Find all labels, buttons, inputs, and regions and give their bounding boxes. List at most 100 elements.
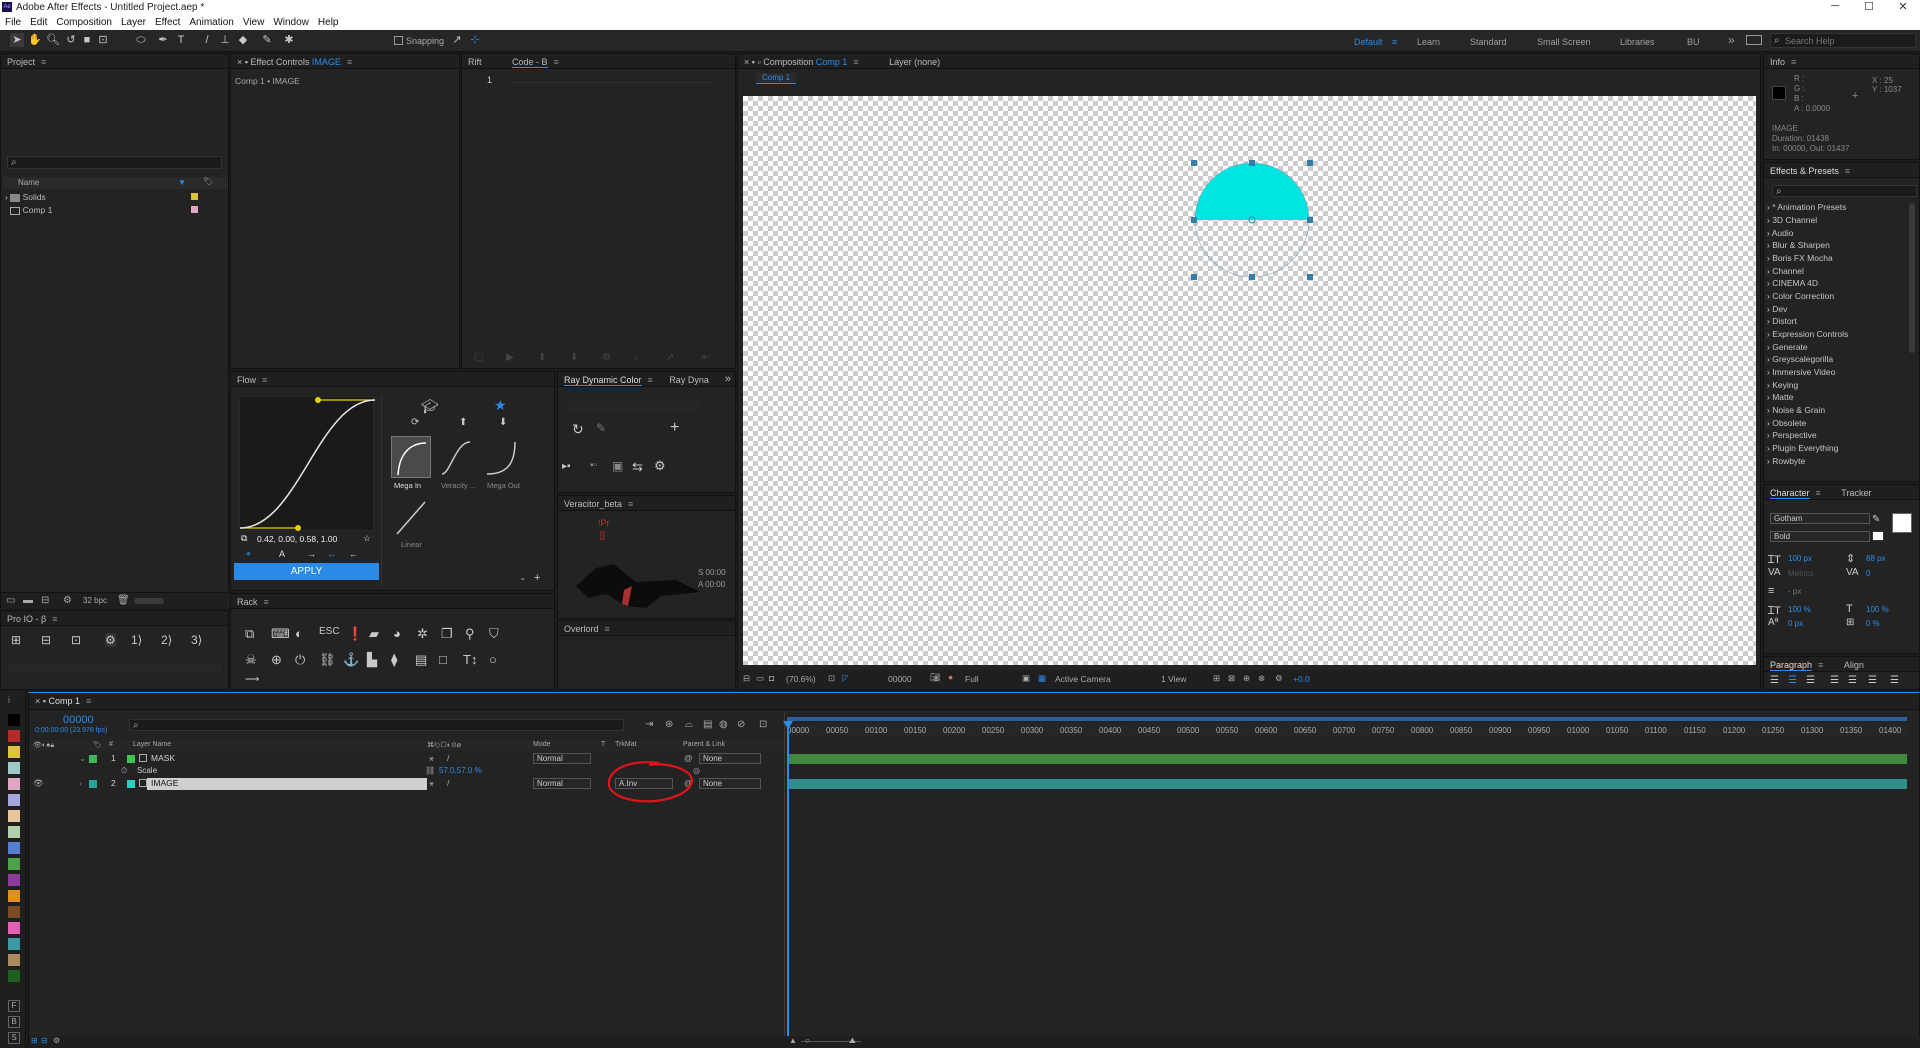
flowchart-icon[interactable]: ⊕ (1243, 673, 1250, 684)
vr-icon[interactable]: ◘ (769, 673, 774, 683)
timeline-search-input[interactable]: ⌕ (129, 719, 624, 731)
effects-search-input[interactable]: ⌕ (1772, 185, 1917, 197)
proio-tab[interactable]: Pro IO - β ≡ (1, 611, 228, 626)
stopwatch-icon[interactable]: ⏱︎ (121, 766, 127, 776)
workspace-small-screen[interactable]: Small Screen (1537, 37, 1591, 47)
effects-tab[interactable]: Effects & Presets ≡ (1764, 163, 1919, 178)
label-swatch[interactable] (8, 874, 20, 886)
label-swatch[interactable] (8, 938, 20, 950)
chart-icon[interactable]: ▙ (367, 652, 377, 668)
close-button[interactable]: ✕ (1886, 0, 1920, 15)
justify-left-icon[interactable]: ☰ (1830, 675, 1839, 686)
region-icon[interactable]: ▣ (1022, 673, 1030, 684)
rack-tab[interactable]: Rack ≡ (231, 594, 554, 609)
display-icon[interactable]: ▭ (756, 673, 764, 684)
timeline-tab[interactable]: × ▪ Comp 1 ≡ (29, 693, 1919, 710)
type-tool-icon[interactable]: T (174, 33, 188, 47)
hand-tool-icon[interactable]: ✋ (28, 33, 42, 47)
mask-visibility-icon[interactable]: ◸ (842, 673, 849, 684)
eraser-tool-icon[interactable]: ◆ (236, 33, 250, 47)
eyedropper-icon[interactable]: ✎ (1872, 514, 1880, 525)
new-folder-icon[interactable]: ▬ (23, 595, 33, 606)
menu-effect[interactable]: Effect (150, 15, 184, 28)
anchor-icon[interactable]: A (279, 549, 285, 559)
code-run-icon[interactable]: ▶ (506, 352, 514, 363)
snapping-checkbox[interactable] (394, 36, 403, 45)
overlord-tab[interactable]: Overlord ≡ (558, 621, 735, 636)
quality-switch-icon[interactable]: / (447, 753, 449, 763)
fast-preview-icon[interactable]: ⊗ (1258, 673, 1265, 684)
color-palette-strip[interactable] (568, 401, 698, 413)
zoom-handle-icon[interactable]: ○ (805, 1036, 810, 1045)
align-center-icon[interactable]: ☰ (1788, 675, 1797, 686)
zoom-out-icon[interactable]: ▲ (789, 1036, 797, 1045)
camera-tool-icon[interactable]: ■ (80, 33, 94, 47)
effects-category[interactable]: › Rowbyte (1767, 456, 1805, 466)
frame-blend-icon[interactable]: ▤ (703, 719, 712, 730)
workspace-standard[interactable]: Standard (1470, 37, 1507, 47)
code-new-icon[interactable]: ▢ (474, 352, 483, 363)
settings-icon[interactable]: ⚙ (654, 458, 666, 474)
toggle-modes-icon[interactable]: ⊟ (41, 1036, 48, 1045)
layer-label-swatch[interactable] (89, 780, 97, 788)
layer-name-column[interactable]: Layer Name (133, 741, 171, 748)
skull-icon[interactable]: ☠ (245, 652, 257, 668)
settings-icon[interactable]: ⚙ (105, 633, 116, 647)
graph-toggle-icon[interactable]: ⊡ (759, 719, 767, 730)
visibility-eye-icon[interactable]: 👁︎ (33, 778, 44, 789)
workspace-menu-icon[interactable]: ≡ (1392, 37, 1397, 47)
new-comp-icon[interactable]: ⊟ (41, 595, 49, 606)
font-size-value[interactable]: 100 px (1788, 554, 1812, 563)
keyboard-icon[interactable]: ⌨ (271, 626, 290, 642)
tab-tracker[interactable]: Tracker (1841, 488, 1871, 498)
toggle-render-icon[interactable]: ⚙ (53, 1036, 60, 1045)
horizontal-scale-value[interactable]: 100 % (1866, 605, 1889, 614)
remove-preset-button[interactable]: - (521, 573, 525, 585)
label-swatch[interactable] (8, 954, 20, 966)
arrow-right-icon[interactable]: → (307, 549, 316, 559)
anchor-icon[interactable]: ⚓ (343, 652, 359, 668)
composition-canvas[interactable] (743, 96, 1756, 665)
roto-brush-tool-icon[interactable]: ✎ (260, 33, 274, 47)
align-right-icon[interactable]: ☰ (1806, 675, 1815, 686)
copy-icon[interactable]: ⧉ (245, 626, 254, 642)
layer-name[interactable]: MASK (151, 753, 175, 763)
shortcut-s-button[interactable]: S (8, 1032, 20, 1044)
folder-icon[interactable]: ⊡ (71, 633, 81, 647)
add-to-queue-icon[interactable]: ⊞ (11, 633, 21, 647)
label-swatch[interactable] (8, 794, 20, 806)
code-search-icon[interactable]: ⌕ (634, 352, 640, 363)
flow-bezier-curve[interactable] (239, 397, 376, 532)
label-swatch[interactable] (8, 922, 20, 934)
snap-option-icon[interactable]: ↗ (450, 33, 464, 47)
shortcut-f-button[interactable]: F (8, 1000, 20, 1012)
effects-category[interactable]: › Audio (1767, 228, 1793, 238)
flow-curve-editor[interactable] (239, 396, 376, 532)
dumbbell-icon[interactable]: ⧫ (391, 652, 397, 668)
vertical-scale-value[interactable]: 100 % (1788, 605, 1811, 614)
lock-icon[interactable]: ▪ (245, 57, 248, 67)
delete-icon[interactable]: 🗑︎ (117, 595, 130, 606)
effects-category[interactable]: › Dev (1767, 304, 1787, 314)
refresh-icon[interactable]: ⟳ (411, 417, 419, 428)
av-features-icon[interactable]: 👁︎◐●🔒︎ (33, 741, 54, 750)
code-editor-line[interactable] (512, 82, 712, 83)
layers-icon[interactable]: ▪▫ (590, 460, 597, 471)
fit-icon[interactable]: ⊡ (828, 673, 835, 684)
link-icon[interactable]: ⛓ (319, 652, 336, 668)
label-color-swatch[interactable] (191, 206, 198, 213)
effects-category[interactable]: › Greyscalegorilla (1767, 354, 1833, 364)
arrow-both-icon[interactable]: ↔ (327, 549, 336, 559)
camera-dropdown[interactable]: Active Camera (1055, 674, 1111, 684)
justify-right-icon[interactable]: ☰ (1868, 675, 1877, 686)
effect-controls-tab[interactable]: × ▪ Effect Controls IMAGE ≡ (231, 54, 459, 69)
eyedropper-icon[interactable]: ✎ (596, 421, 606, 435)
draft-3d-icon[interactable]: ⊛ (665, 719, 673, 730)
quality-switch-icon[interactable]: / (447, 778, 449, 788)
pen-tool-icon[interactable]: ✒ (156, 33, 170, 47)
menu-edit[interactable]: Edit (25, 15, 51, 28)
expand-arrow-icon[interactable]: › (79, 778, 82, 788)
lock-icon[interactable]: ▪ (752, 57, 755, 67)
preset-1-icon[interactable]: 1⟩ (131, 633, 142, 647)
pick-icon[interactable]: ⌖ (246, 549, 251, 560)
